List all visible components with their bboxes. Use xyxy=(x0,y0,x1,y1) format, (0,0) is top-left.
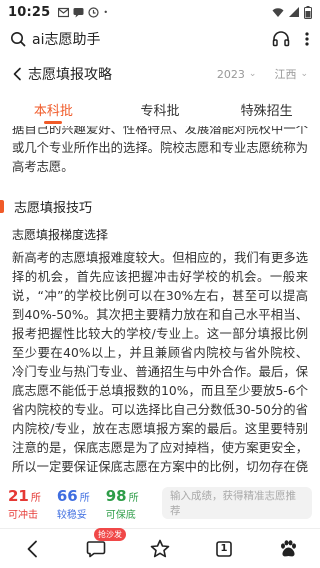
tab-undergraduate[interactable]: 本科批 xyxy=(0,100,107,126)
search-bar[interactable]: ai志愿助手 xyxy=(0,24,320,54)
tabs-count: 1 xyxy=(220,543,228,554)
headphones-icon[interactable] xyxy=(272,31,290,47)
subsection-title: 志愿填报梯度选择 xyxy=(12,228,109,242)
status-system-icons xyxy=(272,5,312,19)
comment-badge: 抢沙发 xyxy=(94,527,126,541)
stat-rush-count: 21 xyxy=(8,486,29,505)
stat-rush-unit: 所 xyxy=(30,492,41,504)
body-paragraph: 新高考的志愿填报难度较大。但相应的，我们有更多选择的机会，首先应该把握冲击好学校… xyxy=(12,251,308,474)
app-notification-icon xyxy=(88,6,99,18)
page-header: 志愿填报攻略 2023 ⌄ 江西 ⌄ xyxy=(0,60,320,88)
search-query[interactable]: ai志愿助手 xyxy=(32,29,100,49)
section-title: 志愿填报技巧 xyxy=(14,201,93,216)
province-value: 江西 xyxy=(274,68,297,81)
stat-stable-label: 较稳妥 xyxy=(56,509,87,521)
status-notification-icons: • xyxy=(58,6,109,18)
stat-safe-count: 98 xyxy=(105,486,127,505)
year-dropdown[interactable]: 2023 ⌄ xyxy=(217,66,257,82)
province-dropdown[interactable]: 江西 ⌄ xyxy=(274,66,308,82)
favorite-button[interactable] xyxy=(140,534,180,564)
wifi-icon xyxy=(272,8,284,17)
stat-safe-unit: 所 xyxy=(128,492,139,504)
tabs-button[interactable]: 1 xyxy=(204,534,244,564)
battery-icon xyxy=(304,5,312,19)
bottom-toolbar: 抢沙发 1 xyxy=(0,527,320,568)
baidu-home-button[interactable] xyxy=(268,534,308,564)
stat-safe[interactable]: 98 所 可保底 xyxy=(106,486,139,521)
mail-icon xyxy=(58,7,70,17)
tab-special-admission[interactable]: 特殊招生 xyxy=(213,100,320,126)
score-input[interactable]: 输入成绩，获得精准志愿推荐 xyxy=(162,487,312,519)
back-arrow-icon[interactable] xyxy=(12,67,22,81)
stat-stable-count: 66 xyxy=(56,486,78,505)
star-icon xyxy=(150,539,170,558)
year-value: 2023 xyxy=(216,67,245,81)
stat-stable[interactable]: 66 所 较稳妥 xyxy=(57,486,90,521)
tab-junior-college[interactable]: 专科批 xyxy=(107,100,214,126)
chevron-down-icon: ⌄ xyxy=(300,69,308,79)
baidu-paw-icon xyxy=(281,539,296,556)
back-button[interactable] xyxy=(12,534,52,564)
back-arrow-icon xyxy=(27,540,37,557)
comment-button[interactable]: 抢沙发 xyxy=(76,527,126,564)
status-bar: 10:25 • xyxy=(0,0,320,24)
recommendation-stats: 21 所 可冲击 66 所 较稳妥 98 所 可保底 输入成绩，获得精准志愿推荐 xyxy=(0,480,320,526)
stat-safe-label: 可保底 xyxy=(105,509,136,521)
search-icon xyxy=(11,32,26,47)
more-menu-icon[interactable] xyxy=(304,31,310,47)
section-header: 志愿填报技巧 xyxy=(0,197,320,216)
section-accent-bar xyxy=(0,200,4,213)
message-icon xyxy=(73,7,84,17)
stat-rush-label: 可冲击 xyxy=(8,509,38,521)
status-dot-icon: • xyxy=(103,7,109,17)
stat-stable-unit: 所 xyxy=(79,492,90,504)
stat-rush[interactable]: 21 所 可冲击 xyxy=(8,486,41,521)
signal-icon xyxy=(289,7,299,17)
article-content[interactable]: 据自己的兴趣爱好、性格特点、发展潜能对院校中一个或几个专业所作出的选择。院校志愿… xyxy=(0,126,320,476)
batch-tabs: 本科批 专科批 特殊招生 xyxy=(0,100,320,126)
status-time: 10:25 xyxy=(8,4,51,20)
page-title: 志愿填报攻略 xyxy=(28,67,112,83)
comment-icon xyxy=(86,540,106,557)
intro-paragraph: 据自己的兴趣爱好、性格特点、发展潜能对院校中一个或几个专业所作出的选择。院校志愿… xyxy=(12,126,308,174)
chevron-down-icon: ⌄ xyxy=(248,69,257,79)
